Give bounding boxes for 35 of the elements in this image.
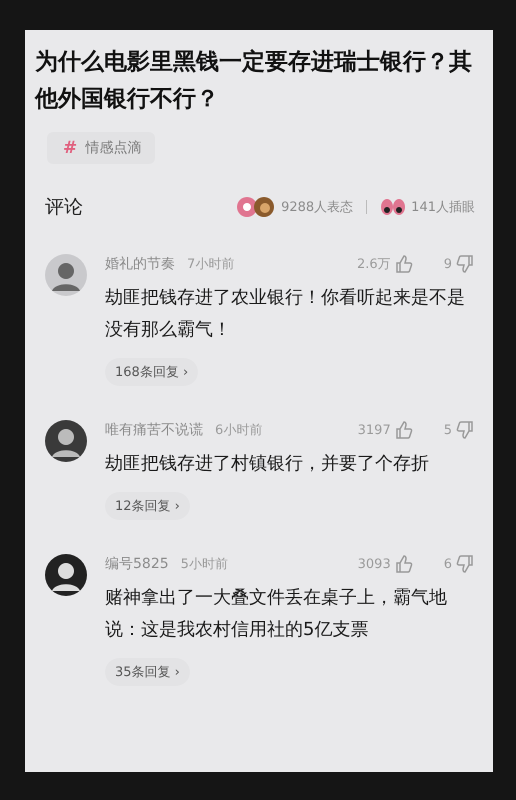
avatar[interactable]	[45, 554, 87, 596]
comment-time: 6小时前	[215, 422, 262, 439]
comment-time: 5小时前	[180, 556, 228, 573]
like-count: 3093	[358, 556, 391, 572]
dislike-count: 5	[444, 422, 452, 438]
comment-text: 劫匪把钱存进了农业银行！你看听起来是不是没有那么霸气！	[105, 286, 466, 342]
thumbs-down-icon[interactable]	[455, 420, 475, 440]
reaction-emoji-icon	[236, 196, 276, 218]
thumbs-up-icon[interactable]	[394, 254, 414, 274]
dislike-count: 6	[444, 556, 452, 572]
eye-count: 141人插眼	[411, 199, 475, 216]
username[interactable]: 编号5825	[105, 555, 169, 573]
hash-icon: #	[63, 138, 78, 158]
like-count: 3197	[358, 422, 391, 438]
replies-button[interactable]: 12条回复 ›	[105, 492, 190, 520]
thumbs-up-icon[interactable]	[394, 554, 414, 574]
avatar[interactable]	[45, 420, 87, 462]
like-count: 2.6万	[357, 256, 391, 273]
article-title: 为什么电影里黑钱一定要存进瑞士银行？其他外国银行不行？	[35, 48, 473, 114]
replies-button[interactable]: 168条回复 ›	[105, 358, 198, 386]
reaction-count: 9288人表态	[281, 199, 354, 216]
comment-text: 劫匪把钱存进了村镇银行，并要了个存折	[105, 452, 430, 476]
topic-tag[interactable]: # 情感点滴	[47, 132, 156, 164]
thumbs-up-icon[interactable]	[394, 420, 414, 440]
eyes-emoji-icon	[380, 198, 406, 216]
username[interactable]: 唯有痛苦不说谎	[105, 421, 203, 439]
comment-time: 7小时前	[187, 256, 234, 273]
thumbs-down-icon[interactable]	[455, 554, 475, 574]
dislike-count: 9	[444, 256, 452, 272]
username[interactable]: 婚礼的节奏	[105, 255, 175, 273]
thumbs-down-icon[interactable]	[455, 254, 475, 274]
topic-label: 情感点滴	[85, 139, 142, 157]
comments-heading: 评论	[45, 195, 83, 220]
replies-button[interactable]: 35条回复 ›	[105, 658, 190, 686]
comment-text: 赌神拿出了一大叠文件丢在桌子上，霸气地说：这是我农村信用社的5亿支票	[105, 586, 448, 642]
